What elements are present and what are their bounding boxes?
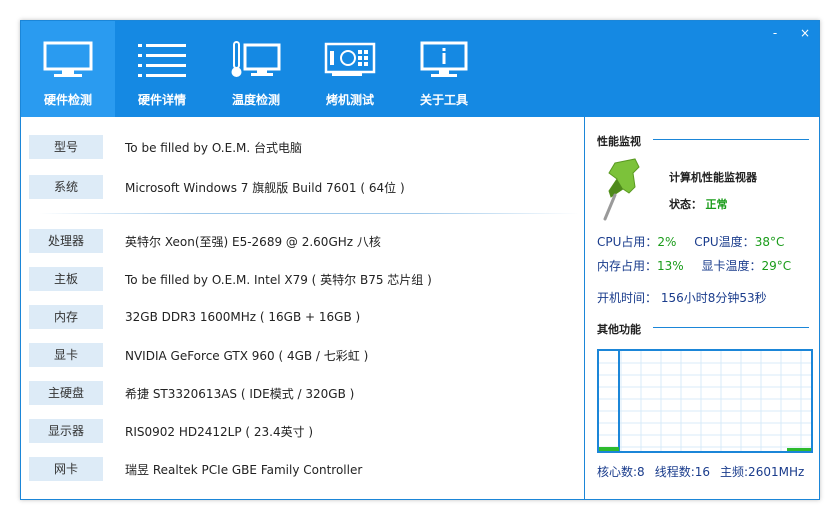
gpu-temp-label: 显卡温度： [701, 259, 762, 273]
status-value: 正常 [705, 198, 728, 211]
gpu-value: NVIDIA GeForce GTX 960 ( 4GB / 七彩虹 ) [125, 348, 369, 363]
divider [39, 213, 579, 214]
gpu-label: 显卡 [29, 343, 103, 367]
cpu-value: 英特尔 Xeon(至强) E5-2689 @ 2.60GHz 八核 [125, 234, 381, 249]
thread-count: 线程数:16 [654, 465, 711, 479]
tab-about[interactable]: 关于工具 [397, 21, 491, 117]
section-divider [653, 139, 809, 140]
core-count: 核心数:8 [597, 465, 645, 479]
info-monitor-icon [420, 41, 468, 77]
other-section-title: 其他功能 [597, 323, 641, 336]
mem-usage-value: 13% [657, 259, 684, 273]
tab-label: 烤机测试 [325, 93, 374, 107]
row-cpu: 处理器 英特尔 Xeon(至强) E5-2689 @ 2.60GHz 八核 [29, 229, 381, 253]
mem-stats-line: 内存占用：13% 显卡温度：29°C [597, 257, 791, 274]
memory-value: 32GB DDR3 1600MHz ( 16GB + 16GB ) [125, 310, 361, 324]
monitor-icon [43, 41, 93, 77]
cpu-info-line: 核心数:8 线程数:16 主频:2601MHz [597, 463, 804, 480]
usage-graph-grid [599, 351, 811, 451]
main-window: - × 硬件检测 硬件详情 温度检测 烤机测试 关于工具 型号 To be fi… [20, 20, 820, 500]
list-icon [138, 44, 186, 77]
nic-label: 网卡 [29, 457, 103, 481]
tab-hardware-detect[interactable]: 硬件检测 [21, 21, 115, 117]
row-os: 系统 Microsoft Windows 7 旗舰版 Build 7601 ( … [29, 175, 405, 199]
cpu-frequency: 主频:2601MHz [720, 465, 805, 479]
model-label: 型号 [29, 135, 103, 159]
close-button[interactable]: × [797, 25, 813, 41]
window-controls: - × [767, 25, 813, 41]
row-motherboard: 主板 To be filled by O.E.M. Intel X79 ( 英特… [29, 267, 432, 291]
os-value: Microsoft Windows 7 旗舰版 Build 7601 ( 64位… [125, 180, 405, 195]
cpu-usage-value: 2% [657, 235, 677, 249]
row-memory: 内存 32GB DDR3 1600MHz ( 16GB + 16GB ) [29, 305, 360, 329]
cpu-temp-label: CPU温度： [694, 235, 755, 249]
pushpin-icon [603, 158, 640, 221]
toolbar: - × 硬件检测 硬件详情 温度检测 烤机测试 关于工具 [21, 21, 819, 117]
disk-label: 主硬盘 [29, 381, 103, 405]
motherboard-label: 主板 [29, 267, 103, 291]
cpu-temp-value: 38°C [754, 235, 785, 249]
thermometer-monitor-icon [231, 41, 281, 77]
tab-label: 硬件详情 [137, 93, 186, 107]
monitor-section-title: 性能监视 [597, 135, 641, 148]
disk-value: 希捷 ST3320613AS ( IDE模式 / 320GB ) [125, 386, 355, 401]
monitor-status: 状态： 正常 [669, 196, 728, 212]
mem-usage-label: 内存占用： [597, 259, 658, 273]
uptime: 开机时间： 156小时8分钟53秒 [597, 291, 767, 305]
row-gpu: 显卡 NVIDIA GeForce GTX 960 ( 4GB / 七彩虹 ) [29, 343, 368, 367]
os-label: 系统 [29, 175, 103, 199]
motherboard-value: To be filled by O.E.M. Intel X79 ( 英特尔 B… [125, 272, 432, 287]
cpu-label: 处理器 [29, 229, 103, 253]
content-area: 型号 To be filled by O.E.M. 台式电脑 系统 Micros… [21, 117, 819, 499]
tab-label: 硬件检测 [43, 93, 92, 107]
row-display: 显示器 RIS0902 HD2412LP ( 23.4英寸 ) [29, 419, 313, 443]
display-label: 显示器 [29, 419, 103, 443]
tab-hardware-details[interactable]: 硬件详情 [115, 21, 209, 117]
performance-panel: 性能监视 计算机性能监视器 状态： 正常 CPU占用：2% CPU温度：38°C… [584, 117, 819, 499]
nic-value: 瑞昱 Realtek PCIe GBE Family Controller [125, 462, 363, 477]
row-model: 型号 To be filled by O.E.M. 台式电脑 [29, 135, 302, 159]
tab-label: 关于工具 [419, 93, 468, 107]
section-divider [653, 327, 809, 328]
gpu-temp-value: 29°C [761, 259, 792, 273]
hardware-summary: 型号 To be filled by O.E.M. 台式电脑 系统 Micros… [21, 117, 583, 499]
cpu-usage-label: CPU占用： [597, 235, 658, 249]
cpu-stats-line: CPU占用：2% CPU温度：38°C [597, 233, 784, 250]
minimize-button[interactable]: - [767, 25, 783, 41]
status-label: 状态： [669, 198, 702, 211]
cpu-usage-graph [597, 349, 813, 453]
row-nic: 网卡 瑞昱 Realtek PCIe GBE Family Controller [29, 457, 362, 481]
tab-temperature[interactable]: 温度检测 [209, 21, 303, 117]
model-value: To be filled by O.E.M. 台式电脑 [125, 140, 302, 155]
monitor-name: 计算机性能监视器 [669, 171, 757, 184]
memory-label: 内存 [29, 305, 103, 329]
row-disk: 主硬盘 希捷 ST3320613AS ( IDE模式 / 320GB ) [29, 381, 354, 405]
tab-stress-test[interactable]: 烤机测试 [303, 21, 397, 117]
display-value: RIS0902 HD2412LP ( 23.4英寸 ) [125, 424, 314, 439]
tab-label: 温度检测 [231, 93, 280, 107]
graphics-card-icon [324, 42, 376, 76]
